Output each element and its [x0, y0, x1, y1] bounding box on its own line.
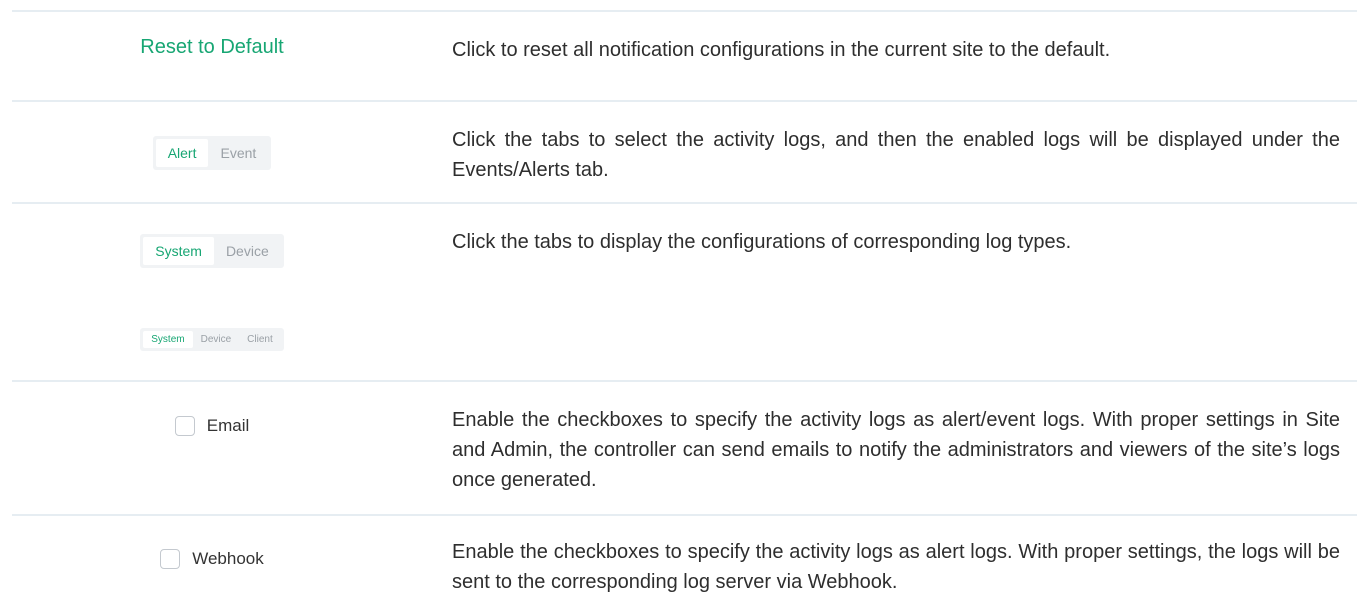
tab-device-small[interactable]: Device	[193, 331, 240, 348]
tab-system[interactable]: System	[143, 237, 214, 265]
webhook-checkbox-row[interactable]: Webhook	[160, 549, 264, 569]
webhook-checkbox[interactable]	[160, 549, 181, 569]
tab-system-small[interactable]: System	[143, 331, 193, 348]
log-type-description: Click the tabs to display the configurat…	[452, 231, 1072, 253]
alert-event-description: Click the tabs to select the activity lo…	[452, 129, 1340, 181]
log-type-tabs-small: System Device Client	[140, 328, 284, 351]
divider	[12, 380, 1357, 382]
alert-event-cell: Alert Event	[0, 136, 424, 170]
email-label: Email	[206, 416, 250, 435]
email-checkbox-row[interactable]: Email	[174, 416, 250, 436]
log-type-tabs: System Device	[140, 234, 284, 268]
tab-event[interactable]: Event	[208, 139, 268, 167]
webhook-cell: Webhook	[0, 549, 424, 574]
reset-to-default-link[interactable]: Reset to Default	[140, 36, 283, 58]
reset-cell: Reset to Default	[0, 36, 424, 59]
tab-device[interactable]: Device	[214, 237, 281, 265]
reset-description: Click to reset all notification configur…	[452, 39, 1111, 61]
tab-client-small[interactable]: Client	[239, 331, 281, 348]
divider	[12, 100, 1357, 102]
webhook-label: Webhook	[192, 549, 264, 568]
divider	[12, 514, 1357, 516]
log-type-small-cell: System Device Client	[0, 328, 424, 351]
webhook-description: Enable the checkboxes to specify the act…	[452, 541, 1340, 593]
email-checkbox[interactable]	[174, 416, 195, 436]
log-type-cell: System Device	[0, 234, 424, 268]
alert-event-tabs: Alert Event	[152, 136, 272, 170]
divider	[12, 10, 1357, 12]
divider	[12, 202, 1357, 204]
tab-alert[interactable]: Alert	[155, 139, 209, 167]
email-description: Enable the checkboxes to specify the act…	[452, 409, 1340, 491]
email-cell: Email	[0, 416, 424, 441]
